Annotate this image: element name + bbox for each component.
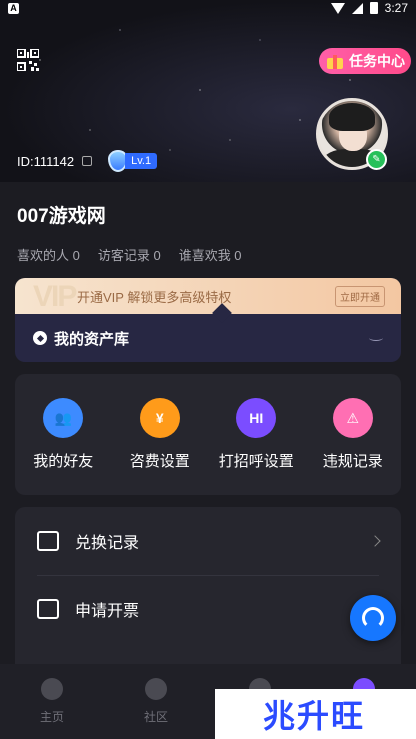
user-id: ID:111142 <box>17 153 75 169</box>
status-time: 3:27 <box>384 1 408 15</box>
shortcut-label: 咨费设置 <box>129 453 190 470</box>
invoice-icon <box>37 599 59 619</box>
task-center-button[interactable]: 任务中心 <box>319 48 411 74</box>
copy-icon[interactable] <box>82 156 93 166</box>
profile-header-background: A 3:27 任务中心 ✎ ID:111142 Lv.1 <box>0 0 416 182</box>
status-bar: A 3:27 <box>0 0 416 16</box>
vip-watermark: VIP <box>33 280 77 313</box>
chevron-right-icon <box>369 535 381 547</box>
asset-library-row[interactable]: 我的资产库 <box>15 314 401 362</box>
nav-label: 主页 <box>39 710 64 724</box>
asset-diamond-icon <box>33 331 47 345</box>
home-icon <box>41 678 63 700</box>
list-item-label: 兑换记录 <box>75 535 140 552</box>
qr-code-icon[interactable] <box>17 49 39 71</box>
edit-pencil-icon[interactable]: ✎ <box>366 149 387 170</box>
fee-icon: ¥ <box>139 398 180 438</box>
wifi-icon <box>330 2 345 14</box>
stat-visitors[interactable]: 访客记录 0 <box>98 245 161 264</box>
list-item-label: 申请开票 <box>75 603 140 620</box>
asset-library-title: 我的资产库 <box>54 330 130 348</box>
profile-stats: 喜欢的人 0 访客记录 0 谁喜欢我 0 <box>17 245 242 264</box>
violation-icon: ⚠ <box>332 398 373 438</box>
profile-name: 007游戏网 <box>17 206 106 227</box>
community-icon <box>145 678 167 700</box>
friends-icon: 👥 <box>43 398 84 438</box>
nav-label: 社区 <box>143 710 168 724</box>
exchange-icon <box>37 531 59 551</box>
vip-open-button[interactable]: 立即开通 <box>335 285 385 307</box>
shortcut-friends[interactable]: 👥 我的好友 <box>18 398 108 471</box>
gift-icon <box>325 52 345 70</box>
greeting-icon: HI <box>236 398 277 438</box>
task-center-label: 任务中心 <box>349 53 405 69</box>
vip-promo-text: 开通VIP 解锁更多高级特权 <box>77 289 232 305</box>
customer-service-button[interactable] <box>350 595 396 641</box>
shortcut-grid: 👥 我的好友 ¥ 咨费设置 HI 打招呼设置 ⚠ 违规记录 <box>15 374 401 495</box>
level-label: Lv.1 <box>125 153 158 169</box>
shortcut-violation-records[interactable]: ⚠ 违规记录 <box>308 398 398 471</box>
list-item-exchange-records[interactable]: 兑换记录 <box>15 507 401 575</box>
battery-icon <box>369 2 378 14</box>
headset-icon <box>362 607 384 629</box>
nav-home[interactable]: 主页 <box>12 678 92 739</box>
site-watermark: 兆升旺 <box>215 689 416 739</box>
vip-asset-card: VIP 开通VIP 解锁更多高级特权 立即开通 我的资产库 <box>15 278 401 362</box>
signal-icon <box>351 2 363 14</box>
shortcut-label: 违规记录 <box>322 453 383 470</box>
menu-list: 兑换记录 申请开票 <box>15 507 401 667</box>
vip-promo-banner[interactable]: VIP 开通VIP 解锁更多高级特权 立即开通 <box>15 278 401 314</box>
list-item-apply-invoice[interactable]: 申请开票 <box>15 575 401 643</box>
shortcut-fee-settings[interactable]: ¥ 咨费设置 <box>115 398 205 471</box>
user-id-row: ID:111142 Lv.1 <box>17 150 158 172</box>
level-badge: Lv.1 <box>108 150 158 172</box>
nav-community[interactable]: 社区 <box>116 678 196 739</box>
shortcut-label: 打招呼设置 <box>218 453 294 470</box>
notification-a-icon: A <box>8 2 19 14</box>
shortcut-greeting-settings[interactable]: HI 打招呼设置 <box>211 398 301 471</box>
stat-who-likes-me[interactable]: 谁喜欢我 0 <box>179 245 242 264</box>
eye-closed-icon[interactable] <box>369 335 383 341</box>
shortcut-label: 我的好友 <box>33 453 94 470</box>
stat-liked-people[interactable]: 喜欢的人 0 <box>17 245 80 264</box>
